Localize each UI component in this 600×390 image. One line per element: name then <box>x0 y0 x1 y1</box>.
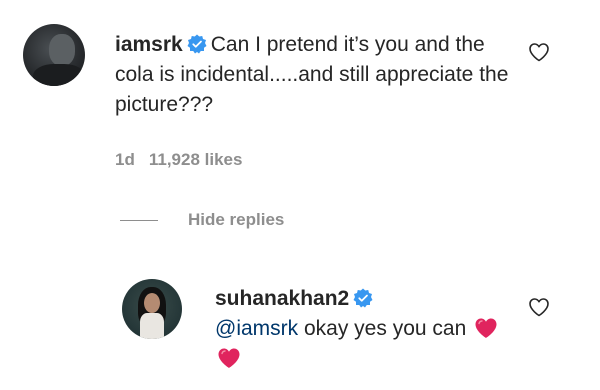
reply-text: okay yes you can <box>298 317 467 340</box>
reply-username[interactable]: suhanakhan2 <box>215 287 349 310</box>
reply-mention[interactable]: @iamsrk <box>215 317 298 340</box>
verified-badge-icon <box>187 34 207 54</box>
comment-age: 1d <box>115 150 135 169</box>
divider-line <box>120 219 158 221</box>
comment-username[interactable]: iamsrk <box>115 33 183 56</box>
hide-replies-button[interactable]: Hide replies <box>120 210 284 230</box>
red-heart-emoji-icon <box>475 318 497 338</box>
reply-avatar[interactable] <box>122 279 182 339</box>
verified-badge-icon <box>353 288 373 308</box>
avatar[interactable] <box>23 24 85 86</box>
comment-meta: 1d 11,928 likes <box>115 150 256 170</box>
heart-outline-icon[interactable] <box>527 295 551 319</box>
hide-replies-label: Hide replies <box>188 210 285 229</box>
comment-body: iamsrk Can I pretend it’s you and the co… <box>115 30 515 120</box>
reply-body: suhanakhan2 @iamsrk okay yes you can <box>215 284 515 374</box>
heart-outline-icon[interactable] <box>527 40 551 64</box>
avatar-shoulder <box>33 64 85 86</box>
avatar-dress <box>140 313 164 339</box>
comment-likes[interactable]: 11,928 likes <box>149 150 243 169</box>
red-heart-emoji-icon <box>218 348 240 368</box>
avatar-face <box>144 293 160 313</box>
avatar-head <box>49 34 75 66</box>
comment-thread: iamsrk Can I pretend it’s you and the co… <box>0 0 600 390</box>
